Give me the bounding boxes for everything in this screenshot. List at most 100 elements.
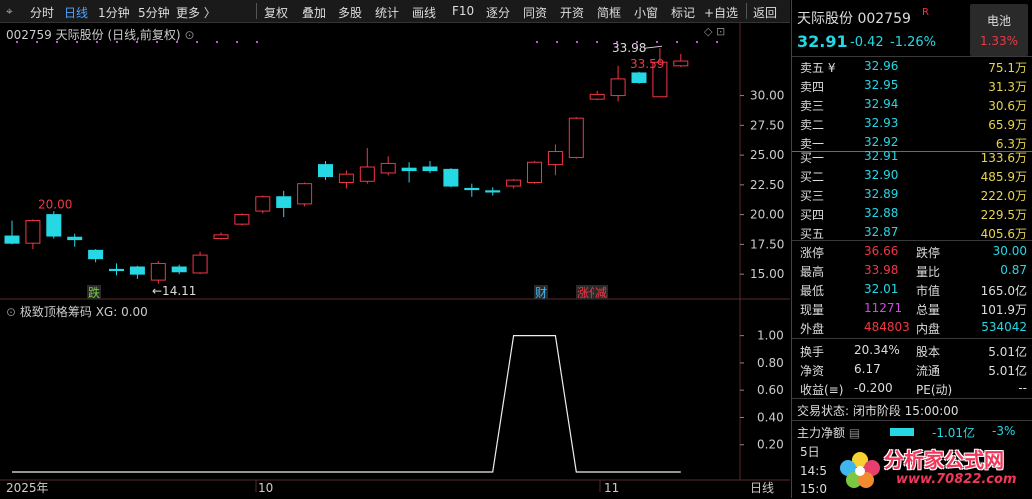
ask-row[interactable]: 卖五 ¥ 32.96 75.1万 — [792, 57, 1032, 76]
tab-daily[interactable]: 日线 — [64, 4, 88, 21]
bid-row[interactable]: 买二 32.90 485.9万 — [792, 166, 1032, 185]
candle-body — [547, 151, 563, 166]
bid-volume: 485.9万 — [980, 170, 1027, 184]
tab-1min[interactable]: 1分钟 — [98, 4, 130, 21]
candle-body — [443, 168, 459, 187]
btn-same[interactable]: 同资 — [523, 4, 547, 21]
ind-tick-label: 0.20 — [757, 438, 784, 452]
candle-body — [568, 117, 584, 158]
btn-add-watch[interactable]: +自选 — [704, 4, 738, 21]
btn-small-window[interactable]: 小窗 — [634, 4, 658, 21]
stat-label: PE(动) — [916, 383, 953, 397]
stat-row: 涨停 36.66 跌停 30.00 — [792, 242, 1032, 261]
candle-body — [422, 166, 438, 172]
bid-volume: 222.0万 — [980, 189, 1027, 203]
tab-more[interactable]: 更多 〉 — [176, 4, 216, 21]
stat-label: 涨停 — [800, 246, 825, 260]
stock-name: 天际股份 002759 — [797, 11, 911, 27]
tab-5min[interactable]: 5分钟 — [138, 4, 170, 21]
y-axis: 30.00 27.50 25.00 22.50 20.00 17.50 15.00 1.00 0… — [740, 89, 784, 452]
candle-body — [46, 214, 62, 237]
r-badge: R — [922, 7, 929, 18]
bid-label: 买一 — [800, 151, 825, 165]
btn-simple[interactable]: 简框 — [597, 4, 621, 21]
btn-mark[interactable]: 标记 — [671, 4, 695, 21]
ask-price: 32.93 — [864, 116, 899, 130]
stat-label: 内盘 — [916, 322, 941, 336]
stat-value: 20.34% — [854, 343, 900, 357]
ask-price: 32.95 — [864, 78, 899, 92]
candle-body — [485, 190, 501, 193]
stat-value: 32.01 — [864, 282, 899, 296]
ind-tick-label: 1.00 — [757, 329, 784, 343]
stat-row: 现量 11271 总量 101.9万 — [792, 299, 1032, 318]
stat-row: 最高 33.98 量比 0.87 — [792, 261, 1032, 280]
y-tick-label: 27.50 — [750, 118, 784, 132]
xg-line — [12, 335, 681, 473]
chevron-down-icon[interactable]: ⊙ — [6, 305, 20, 319]
bid-row[interactable]: 买三 32.89 222.0万 — [792, 185, 1032, 204]
btn-multi[interactable]: 多股 — [338, 4, 362, 21]
stat-label: 量比 — [916, 265, 941, 279]
chart-area[interactable]: 30.00 27.50 25.00 22.50 20.00 17.50 15.00 1.00 0… — [0, 22, 790, 498]
bid-row[interactable]: 买一 32.91 133.6万 — [792, 147, 1032, 166]
chevron-down-icon[interactable]: ⊙ — [184, 28, 194, 42]
btn-back[interactable]: 返回 — [753, 4, 777, 21]
ask-label: 卖三 — [800, 99, 825, 113]
bid-row[interactable]: 买四 32.88 229.5万 — [792, 204, 1032, 223]
ask-label: 卖四 — [800, 80, 825, 94]
stat-value: 11271 — [864, 301, 903, 315]
stat-label: 流通 — [916, 364, 941, 378]
ask-volume: 31.3万 — [988, 80, 1027, 94]
ask-row[interactable]: 卖二 32.93 65.9万 — [792, 114, 1032, 133]
ask-volume: 75.1万 — [988, 61, 1027, 75]
period-label: 日线 — [750, 481, 774, 495]
y-tick-label: 25.00 — [750, 148, 784, 162]
trade-status: 交易状态: 闭市阶段 15:00:00 — [797, 404, 959, 418]
toolbar: ⌖ 分时 日线 1分钟 5分钟 更多 〉 复权 叠加 多股 统计 画线 F10 … — [0, 0, 790, 23]
btn-adjust[interactable]: 复权 — [264, 4, 288, 21]
candle-body — [171, 266, 187, 273]
bid-price: 32.90 — [864, 168, 899, 182]
chart-settings-icon[interactable]: ◇ ⊡ — [704, 25, 725, 38]
candle-body — [234, 214, 250, 225]
btn-tick[interactable]: 逐分 — [486, 4, 510, 21]
btn-stats[interactable]: 统计 — [375, 4, 399, 21]
candle-body — [380, 162, 396, 174]
price-change: -0.42 — [850, 35, 884, 50]
candle-body — [4, 235, 20, 244]
watermark-logo: 分析家公式网 www.70822.com — [800, 438, 1030, 496]
stat-value: 33.98 — [864, 263, 899, 277]
sector-box[interactable]: 电池 1.33% — [970, 4, 1028, 56]
indicator-header: ⊙ 极致顶格筹码 XG: 0.00 — [6, 303, 148, 320]
stat-value: 5.01亿 — [988, 345, 1027, 359]
ask-price: 32.96 — [864, 59, 899, 73]
candle-body — [255, 196, 271, 212]
candle-body — [129, 266, 145, 275]
watermark-title: 分析家公式网 — [884, 448, 1004, 472]
candle-body — [338, 173, 354, 183]
stat-value: 6.17 — [854, 362, 881, 376]
candle-body — [88, 249, 104, 260]
tab-intraday[interactable]: 分时 — [30, 4, 54, 21]
stat-value: 5.01亿 — [988, 364, 1027, 378]
candle-body — [401, 167, 417, 172]
btn-draw[interactable]: 画线 — [412, 4, 436, 21]
ask-row[interactable]: 卖三 32.94 30.6万 — [792, 95, 1032, 114]
stat-label: 股本 — [916, 345, 941, 359]
ask-row[interactable]: 卖四 32.95 31.3万 — [792, 76, 1032, 95]
btn-open[interactable]: 开资 — [560, 4, 584, 21]
bid-price: 32.87 — [864, 225, 899, 239]
x-tick-label: 2025年 — [6, 481, 49, 495]
quote-panel: 天际股份 002759 R 电池 1.33% 32.91 -0.42 -1.26… — [791, 0, 1032, 498]
candle-body — [297, 183, 313, 205]
stat-row: 净资 6.17 流通 5.01亿 — [792, 360, 1032, 379]
stat-row: 外盘 484803 内盘 534042 — [792, 318, 1032, 337]
candles — [4, 48, 689, 284]
btn-f10[interactable]: F10 — [452, 4, 474, 18]
sector-pct: 1.33% — [979, 34, 1019, 48]
btn-overlay[interactable]: 叠加 — [302, 4, 326, 21]
kline-chart[interactable]: 30.00 27.50 25.00 22.50 20.00 17.50 15.00 1.00 0… — [0, 22, 790, 498]
bid-price: 32.91 — [864, 149, 899, 163]
tool-pin-icon[interactable]: ⌖ — [6, 4, 13, 19]
